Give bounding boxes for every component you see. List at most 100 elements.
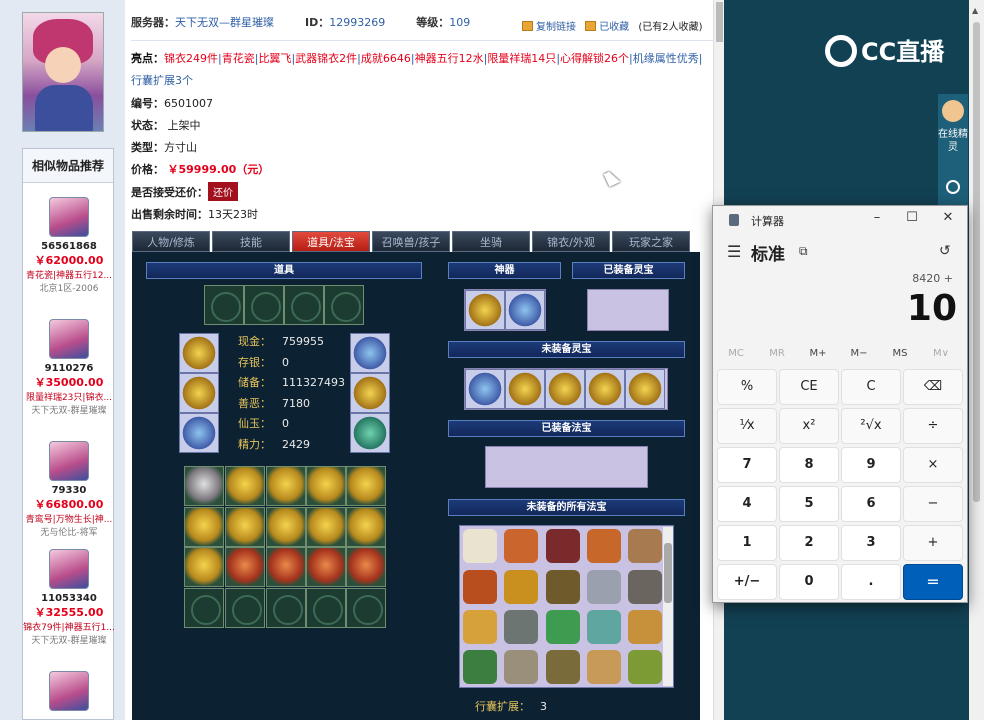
equipment-necklace[interactable] (350, 333, 390, 373)
digit-5-button[interactable]: 5 (779, 486, 839, 522)
inventory-slot[interactable] (324, 285, 364, 325)
equipment-belt[interactable] (350, 373, 390, 413)
calculator-titlebar[interactable]: 计算器 – ☐ ✕ (713, 206, 967, 234)
bag-slot[interactable] (306, 507, 346, 547)
inventory-slot[interactable] (244, 285, 284, 325)
bag-slot[interactable] (346, 507, 386, 547)
keep-on-top-icon[interactable]: ⧉ (799, 244, 808, 259)
equals-button[interactable]: = (903, 564, 963, 600)
fabao-item[interactable] (463, 529, 497, 563)
fabao-item[interactable] (587, 570, 621, 604)
bag-slot[interactable] (184, 507, 224, 547)
bag-slot[interactable] (225, 547, 265, 587)
bargain-button[interactable]: 还价 (208, 182, 238, 201)
bag-slot[interactable] (346, 588, 386, 628)
bag-slot[interactable] (346, 547, 386, 587)
bag-slot[interactable] (266, 466, 306, 506)
similar-item[interactable] (23, 671, 115, 711)
decimal-button[interactable]: . (841, 564, 901, 600)
equipped-fabao-slots[interactable] (485, 446, 648, 488)
tab-mounts[interactable]: 坐骑 (452, 231, 530, 252)
similar-item[interactable]: 9110276 ￥35000.00 限量祥瑞23只|锦衣... 天下无双-群星璀… (23, 319, 115, 416)
bag-slot[interactable] (266, 507, 306, 547)
square-button[interactable]: x² (779, 408, 839, 444)
digit-3-button[interactable]: 3 (841, 525, 901, 561)
tab-pets[interactable]: 召唤兽/孩子 (372, 231, 450, 252)
copy-link-button[interactable]: 复制链接 (536, 22, 576, 33)
similar-item[interactable]: 11053340 ￥32555.00 锦衣79件|神器五行1... 天下无双-群… (23, 549, 115, 646)
bag-slot[interactable] (184, 466, 224, 506)
tab-home[interactable]: 玩家之家 (612, 231, 690, 252)
inventory-slot[interactable] (284, 285, 324, 325)
page-scroll-thumb[interactable] (716, 2, 723, 42)
tab-items[interactable]: 道具/法宝 (292, 231, 370, 252)
artifact-item[interactable] (505, 290, 545, 330)
similar-item[interactable]: 56561868 ￥62000.00 青花瓷|神器五行12... 北京1区-20… (23, 197, 115, 294)
bag-slot[interactable] (266, 547, 306, 587)
memory-add-button[interactable]: M+ (797, 348, 839, 359)
fabao-item[interactable] (463, 650, 497, 684)
close-icon[interactable]: ✕ (938, 210, 958, 225)
memory-recall-button[interactable]: MR (756, 348, 798, 359)
similar-item-avatar[interactable] (49, 671, 89, 711)
inventory-slot[interactable] (204, 285, 244, 325)
multiply-button[interactable]: × (903, 447, 963, 483)
online-sprite-widget[interactable]: 在线精灵 (938, 94, 968, 208)
scroll-up-icon[interactable]: ▲ (972, 6, 978, 15)
fabao-item[interactable] (504, 529, 538, 563)
digit-4-button[interactable]: 4 (717, 486, 777, 522)
digit-0-button[interactable]: 0 (779, 564, 839, 600)
tab-outfits[interactable]: 锦衣/外观 (532, 231, 610, 252)
clock-icon[interactable] (946, 180, 960, 194)
similar-item-avatar[interactable] (49, 197, 89, 237)
live-scroll-thumb[interactable] (973, 22, 980, 502)
reciprocal-button[interactable]: ⅟x (717, 408, 777, 444)
fabao-item[interactable] (628, 529, 662, 563)
bag-slot[interactable] (306, 588, 346, 628)
fabao-item[interactable] (546, 570, 580, 604)
tab-character[interactable]: 人物/修炼 (132, 231, 210, 252)
fabao-item[interactable] (546, 650, 580, 684)
fabao-item[interactable] (628, 610, 662, 644)
fabao-scrollbar[interactable] (663, 527, 673, 686)
fabao-item[interactable] (628, 650, 662, 684)
digit-7-button[interactable]: 7 (717, 447, 777, 483)
hamburger-menu-icon[interactable]: ☰ (727, 242, 741, 261)
digit-1-button[interactable]: 1 (717, 525, 777, 561)
bag-slot[interactable] (266, 588, 306, 628)
digit-9-button[interactable]: 9 (841, 447, 901, 483)
bag-slot[interactable] (346, 466, 386, 506)
equipment-weapon[interactable] (179, 373, 219, 413)
live-scrollbar[interactable]: ▲ (969, 0, 984, 720)
favorite-button[interactable]: 已收藏 (599, 22, 629, 33)
fabao-item[interactable] (504, 570, 538, 604)
fabao-item[interactable] (504, 650, 538, 684)
fabao-item[interactable] (463, 570, 497, 604)
similar-item-avatar[interactable] (49, 319, 89, 359)
divide-button[interactable]: ÷ (903, 408, 963, 444)
spirit-item[interactable] (465, 369, 505, 409)
bag-slot[interactable] (306, 466, 346, 506)
equipment-boots[interactable] (350, 413, 390, 453)
subtract-button[interactable]: − (903, 486, 963, 522)
digit-8-button[interactable]: 8 (779, 447, 839, 483)
spirit-item[interactable] (625, 369, 665, 409)
bag-slot[interactable] (306, 547, 346, 587)
artifact-item[interactable] (465, 290, 505, 330)
backspace-button[interactable]: ⌫ (903, 369, 963, 405)
history-icon[interactable]: ↺ (939, 243, 951, 259)
memory-clear-button[interactable]: MC (715, 348, 757, 359)
spirit-item[interactable] (505, 369, 545, 409)
fabao-item[interactable] (587, 610, 621, 644)
equipment-armor[interactable] (179, 413, 219, 453)
memory-store-button[interactable]: MS (879, 348, 921, 359)
spirit-item[interactable] (545, 369, 585, 409)
add-button[interactable]: + (903, 525, 963, 561)
bag-slot[interactable] (184, 547, 224, 587)
equipment-helmet[interactable] (179, 333, 219, 373)
bag-slot[interactable] (225, 466, 265, 506)
memory-list-button[interactable]: M∨ (920, 348, 962, 359)
fabao-item[interactable] (587, 650, 621, 684)
bag-slot[interactable] (225, 588, 265, 628)
memory-subtract-button[interactable]: M− (838, 348, 880, 359)
